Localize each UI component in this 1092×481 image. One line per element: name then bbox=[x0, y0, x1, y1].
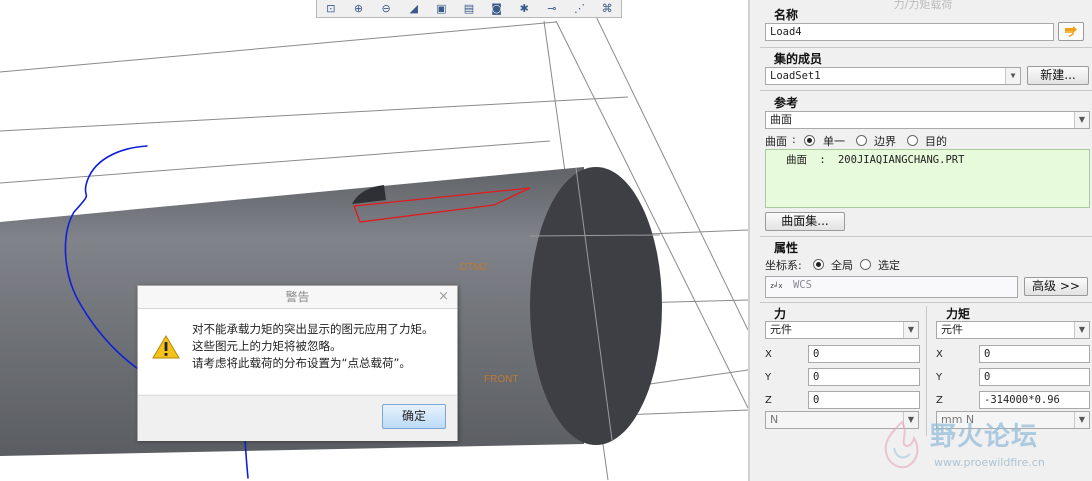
radio-single-label: 单一 bbox=[823, 135, 845, 148]
chevron-down-icon: ▼ bbox=[903, 322, 918, 338]
force-y-label: Y bbox=[765, 372, 772, 383]
separator bbox=[760, 302, 1092, 303]
reference-item-sep: : bbox=[819, 154, 826, 166]
radio-selected-label: 选定 bbox=[878, 259, 900, 272]
moment-x-input[interactable]: 0 bbox=[979, 345, 1090, 363]
radio-selected[interactable] bbox=[860, 259, 871, 270]
chevron-down-icon: ▼ bbox=[1074, 322, 1089, 338]
datum-label-front: FRONT bbox=[484, 374, 518, 385]
warning-message-line: 请考虑将此载荷的分布设置为“点总载荷”。 bbox=[192, 356, 411, 370]
force-unit-value: N bbox=[770, 413, 779, 426]
force-section-label: 力 bbox=[774, 307, 787, 321]
view-orient-icon[interactable]: ▣ bbox=[432, 1, 450, 16]
moment-mode-dropdown[interactable]: 元件 ▼ bbox=[936, 321, 1090, 339]
radio-single[interactable] bbox=[804, 135, 815, 146]
display-style-icon[interactable]: ◙ bbox=[488, 1, 506, 16]
forum-watermark: 野火论坛 www.proewildfire.cn bbox=[870, 410, 1092, 481]
model-viewport[interactable]: DTM2 FRONT ⊡ ⊕ ⊖ ◢ ▣ ▤ ◙ ✱ ⊸ ⋰ ⌘ 警告 × 对不… bbox=[0, 0, 748, 481]
spin-center-icon[interactable]: ⊸ bbox=[543, 1, 561, 16]
force-z-input[interactable]: 0 bbox=[808, 391, 920, 409]
reference-item-value: 200JIAQIANGCHANG.PRT bbox=[837, 154, 965, 166]
radio-global[interactable] bbox=[813, 259, 824, 270]
new-loadset-button[interactable]: 新建... bbox=[1027, 66, 1089, 85]
repaint-icon[interactable]: ◢ bbox=[405, 1, 423, 16]
load-color-icon bbox=[1065, 26, 1077, 38]
surface-selection-label: 曲面 bbox=[765, 135, 787, 148]
zoom-out-icon[interactable]: ⊖ bbox=[377, 1, 395, 16]
force-x-input[interactable]: 0 bbox=[808, 345, 920, 363]
force-mode-dropdown[interactable]: 元件 ▼ bbox=[765, 321, 919, 339]
datum-label-dtm2: DTM2 bbox=[460, 262, 488, 273]
radio-global-label: 全局 bbox=[831, 259, 853, 272]
surface-selection-colon: : bbox=[792, 133, 796, 146]
separator bbox=[760, 47, 1092, 48]
warning-dialog-body: 对不能承载力矩的突出显示的图元应用了力矩。 这些图元上的力矩将被忽略。 请考虑将… bbox=[138, 309, 457, 394]
ok-button[interactable]: 确定 bbox=[382, 404, 446, 429]
radio-boundary-label: 边界 bbox=[874, 135, 896, 148]
chevron-down-icon: ▼ bbox=[1005, 68, 1020, 84]
moment-z-label: Z bbox=[936, 395, 943, 406]
csys-label: 坐标系: bbox=[765, 259, 802, 272]
saved-views-icon[interactable]: ▤ bbox=[460, 1, 478, 16]
moment-x-label: X bbox=[936, 349, 943, 360]
reference-type-dropdown[interactable]: 曲面 ▼ bbox=[765, 111, 1090, 129]
moment-z-input[interactable]: -314000*0.96 bbox=[979, 391, 1090, 409]
loadset-dropdown[interactable]: LoadSet1 ▼ bbox=[765, 67, 1021, 85]
csys-display-icon[interactable]: ⌘ bbox=[598, 1, 616, 16]
csys-icon: z╛x bbox=[770, 282, 783, 290]
warning-dialog-titlebar: 警告 × bbox=[138, 286, 457, 309]
warning-message-line: 这些图元上的力矩将被忽略。 bbox=[192, 339, 342, 353]
warning-message-line: 对不能承载力矩的突出显示的图元应用了力矩。 bbox=[192, 322, 434, 336]
force-y-input[interactable]: 0 bbox=[808, 368, 920, 386]
force-mode-value: 元件 bbox=[770, 323, 792, 336]
flame-logo-icon bbox=[884, 420, 919, 469]
surface-sets-button[interactable]: 曲面集... bbox=[765, 212, 845, 231]
warning-dialog-footer: 确定 bbox=[138, 395, 457, 441]
moment-y-label: Y bbox=[936, 372, 943, 383]
datum-display-icon[interactable]: ✱ bbox=[515, 1, 533, 16]
radio-boundary[interactable] bbox=[856, 135, 867, 146]
properties-section-label: 属性 bbox=[774, 241, 799, 255]
loadset-value: LoadSet1 bbox=[770, 70, 821, 82]
warning-dialog: 警告 × 对不能承载力矩的突出显示的图元应用了力矩。 这些图元上的力矩将被忽略。… bbox=[137, 285, 458, 441]
separator bbox=[760, 236, 1092, 237]
csys-value: WCS bbox=[792, 279, 812, 291]
zoom-fit-icon[interactable]: ⊡ bbox=[322, 1, 340, 16]
radio-intent-label: 目的 bbox=[925, 135, 947, 148]
cylinder-end-face[interactable] bbox=[530, 167, 662, 445]
loadset-section-label: 集的成员 bbox=[774, 52, 823, 66]
warning-dialog-title: 警告 bbox=[285, 290, 310, 304]
close-icon[interactable]: × bbox=[438, 286, 449, 308]
watermark-url: www.proewildfire.cn bbox=[934, 456, 1045, 469]
force-x-label: X bbox=[765, 349, 772, 360]
watermark-text: 野火论坛 bbox=[930, 422, 1039, 452]
radio-intent[interactable] bbox=[907, 135, 918, 146]
csys-collector[interactable]: z╛x WCS bbox=[765, 276, 1018, 298]
color-picker-button[interactable] bbox=[1058, 22, 1084, 41]
panel-title: 力/力矩载荷 bbox=[893, 0, 953, 11]
name-field[interactable]: Load4 bbox=[765, 23, 1054, 41]
moment-mode-value: 元件 bbox=[941, 323, 963, 336]
moment-section-label: 力矩 bbox=[946, 307, 971, 321]
force-z-label: Z bbox=[765, 395, 772, 406]
advanced-button[interactable]: 高级 >> bbox=[1024, 277, 1088, 296]
reference-type-value: 曲面 bbox=[770, 113, 792, 126]
separator bbox=[760, 90, 1092, 91]
view-toolbar: ⊡ ⊕ ⊖ ◢ ▣ ▤ ◙ ✱ ⊸ ⋰ ⌘ bbox=[316, 0, 622, 18]
chevron-down-icon: ▼ bbox=[1074, 112, 1089, 128]
zoom-in-icon[interactable]: ⊕ bbox=[349, 1, 367, 16]
warning-icon bbox=[152, 335, 180, 359]
moment-y-input[interactable]: 0 bbox=[979, 368, 1090, 386]
name-section-label: 名称 bbox=[774, 8, 799, 22]
reference-item-label: 曲面 bbox=[786, 154, 807, 166]
references-section-label: 参考 bbox=[774, 96, 799, 110]
axis-display-icon[interactable]: ⋰ bbox=[570, 1, 588, 16]
reference-collector[interactable]: 曲面 : 200JIAQIANGCHANG.PRT bbox=[765, 149, 1090, 208]
